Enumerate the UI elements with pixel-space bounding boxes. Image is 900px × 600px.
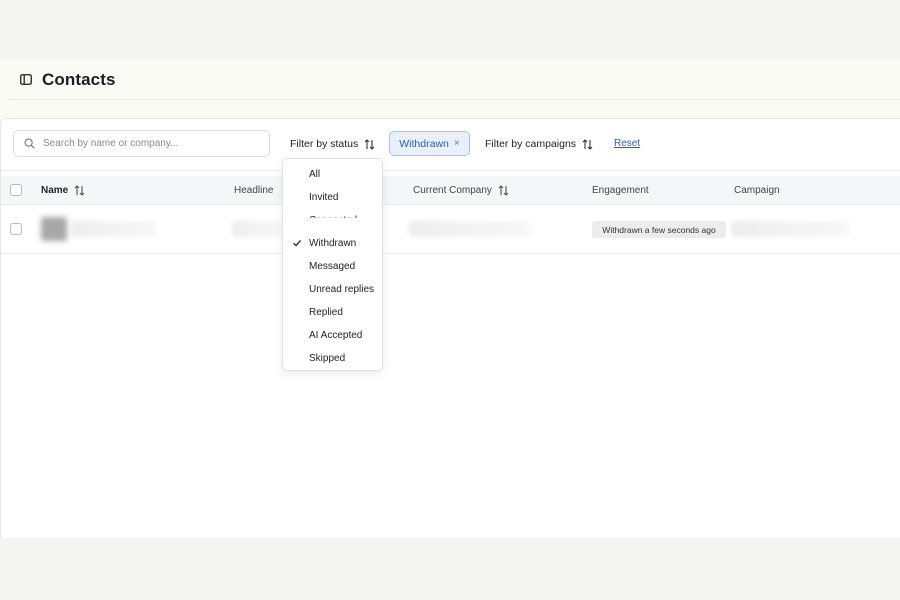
search-box[interactable] xyxy=(13,130,270,157)
column-company-label: Current Company xyxy=(413,185,492,196)
checkmark-icon xyxy=(293,239,302,247)
page-title: Contacts xyxy=(42,69,116,89)
column-header-campaign: Campaign xyxy=(734,185,780,196)
status-option-connected[interactable]: Connected xyxy=(283,209,382,218)
status-option-withdrawn[interactable]: Withdrawn xyxy=(283,232,382,254)
status-filter-chip[interactable]: Withdrawn × xyxy=(389,131,470,156)
engagement-badge: Withdrawn a few seconds ago xyxy=(592,221,726,238)
column-campaign-label: Campaign xyxy=(734,185,780,196)
status-chip-label: Withdrawn xyxy=(399,137,449,150)
sort-icon[interactable] xyxy=(74,185,85,196)
contacts-card: Filter by status Withdrawn × Filter by c… xyxy=(0,118,900,538)
status-option-ai-accepted[interactable]: AI Accepted xyxy=(283,324,382,346)
column-header-name[interactable]: Name xyxy=(41,185,85,196)
sort-icon xyxy=(364,138,375,150)
app-window: Contacts Filter by status Withdrawn × xyxy=(0,60,900,538)
sort-icon[interactable] xyxy=(498,185,509,196)
status-option-invited[interactable]: Invited xyxy=(283,186,382,208)
column-engagement-label: Engagement xyxy=(592,185,649,196)
column-header-headline: Headline xyxy=(234,185,273,196)
column-header-company[interactable]: Current Company xyxy=(413,185,509,196)
status-option-skipped[interactable]: Skipped xyxy=(283,347,382,369)
redacted-company xyxy=(409,221,531,237)
filter-by-status-label: Filter by status xyxy=(290,138,359,150)
chip-remove-icon[interactable]: × xyxy=(454,138,460,149)
column-headline-label: Headline xyxy=(234,185,274,196)
filter-by-campaigns-label: Filter by campaigns xyxy=(485,138,577,150)
status-option-replied[interactable]: Replied xyxy=(283,301,382,323)
redacted-headline xyxy=(232,221,284,237)
status-option-messaged[interactable]: Messaged xyxy=(283,255,382,277)
filter-by-campaigns-button[interactable]: Filter by campaigns xyxy=(485,134,593,154)
sidebar-panel-icon[interactable] xyxy=(20,74,32,85)
table-row[interactable]: Withdrawn a few seconds ago xyxy=(1,205,900,254)
avatar xyxy=(41,217,67,241)
status-option-unread-replies[interactable]: Unread replies xyxy=(283,278,382,300)
row-checkbox[interactable] xyxy=(10,223,22,235)
filter-bar: Filter by status Withdrawn × Filter by c… xyxy=(1,119,900,171)
search-icon xyxy=(24,138,35,149)
table-header: Name Headline Current Company Engagement xyxy=(1,176,900,205)
redacted-campaign xyxy=(731,221,849,237)
column-name-label: Name xyxy=(41,185,69,196)
page-header: Contacts xyxy=(6,60,900,100)
filter-by-status-button[interactable]: Filter by status xyxy=(290,134,375,154)
status-option-all[interactable]: All xyxy=(283,163,382,185)
redacted-name xyxy=(71,221,157,237)
column-header-engagement: Engagement xyxy=(592,185,649,196)
reset-filters-link[interactable]: Reset xyxy=(614,138,640,149)
select-all-checkbox[interactable] xyxy=(10,184,22,196)
search-input[interactable] xyxy=(43,138,263,149)
status-filter-dropdown: All Invited Connected Withdrawn Messaged… xyxy=(282,158,383,371)
sort-icon xyxy=(582,138,593,150)
